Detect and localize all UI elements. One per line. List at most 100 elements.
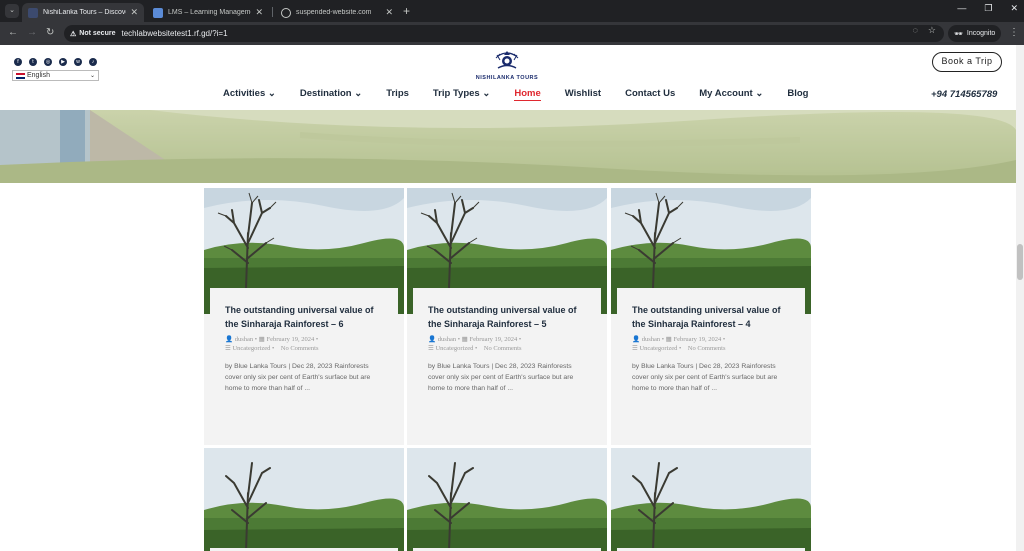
post-comments[interactable]: No Comments xyxy=(281,345,319,352)
blog-post-card[interactable]: The outstanding universal value of the S… xyxy=(204,188,404,445)
tiktok-icon[interactable]: ♪ xyxy=(89,58,97,66)
post-body: The outstanding universal value of the S… xyxy=(210,288,398,438)
tab-search-button[interactable]: ⌄ xyxy=(5,4,19,18)
tab-lms[interactable]: LMS – Learning Management Sy ✕ xyxy=(147,3,269,22)
post-meta: 👤 dushan • ▦ February 19, 2024 • ☰ Uncat… xyxy=(632,336,726,352)
post-thumbnail-image[interactable] xyxy=(204,448,404,551)
nav-home[interactable]: Home xyxy=(514,88,541,101)
nav-trip-types[interactable]: Trip Types ⌄ xyxy=(433,88,490,101)
post-title[interactable]: The outstanding universal value of the S… xyxy=(428,303,586,331)
omnibox-actions: ◌ ☆ xyxy=(913,25,936,36)
post-category[interactable]: Uncategorized xyxy=(639,345,677,352)
main-navigation: Activities ⌄ Destination ⌄ Trips Trip Ty… xyxy=(223,88,832,101)
post-author[interactable]: dushan xyxy=(438,336,456,343)
nav-label: Contact Us xyxy=(625,88,676,99)
post-comments[interactable]: No Comments xyxy=(484,345,522,352)
site-favicon-icon xyxy=(153,7,163,18)
blog-post-card[interactable] xyxy=(407,448,607,551)
hero-banner-image xyxy=(0,110,1016,183)
blog-post-card[interactable] xyxy=(204,448,404,551)
blog-post-card[interactable]: The outstanding universal value of the S… xyxy=(407,188,607,445)
phone-number[interactable]: +94 714565789 xyxy=(931,89,997,100)
post-body: The outstanding universal value of the S… xyxy=(617,288,805,438)
tab-title: NishiLanka Tours – Discover Sri xyxy=(43,9,126,16)
tab-nishilanka[interactable]: NishiLanka Tours – Discover Sri ✕ xyxy=(22,3,144,22)
restore-icon[interactable]: ❐ xyxy=(984,3,992,14)
nav-trips[interactable]: Trips xyxy=(386,88,409,101)
reload-icon[interactable]: ↻ xyxy=(46,27,54,38)
site-logo[interactable]: NISHILANKA TOURS xyxy=(471,48,543,82)
uk-flag-icon xyxy=(16,72,25,79)
close-icon[interactable]: ✕ xyxy=(130,7,138,18)
close-window-icon[interactable]: ✕ xyxy=(1010,3,1018,14)
security-label: Not secure xyxy=(79,30,116,37)
incognito-badge[interactable]: 🕶 Incognito xyxy=(948,25,1002,42)
post-comments[interactable]: No Comments xyxy=(688,345,726,352)
instagram-icon[interactable]: ◎ xyxy=(44,58,52,66)
browser-toolbar: ← → ↻ ⚠ Not secure techlabwebsitetest1.r… xyxy=(0,22,1024,45)
back-icon[interactable]: ← xyxy=(8,27,18,38)
minimize-icon[interactable]: — xyxy=(957,3,966,14)
security-indicator[interactable]: ⚠ Not secure xyxy=(70,30,115,38)
chevron-down-icon: ⌄ xyxy=(89,73,95,79)
whatsapp-icon[interactable]: w xyxy=(74,58,82,66)
tab-title: suspended-website.com xyxy=(296,9,372,16)
nav-my-account[interactable]: My Account ⌄ xyxy=(699,88,763,101)
category-icon: ☰ xyxy=(632,345,638,352)
post-thumbnail-image[interactable] xyxy=(407,448,607,551)
post-author[interactable]: dushan xyxy=(235,336,253,343)
nav-activities[interactable]: Activities ⌄ xyxy=(223,88,276,101)
incognito-label: Incognito xyxy=(966,30,996,37)
youtube-icon[interactable]: ▶ xyxy=(59,58,67,66)
nav-label: Destination xyxy=(299,88,352,99)
bookmark-star-icon[interactable]: ☆ xyxy=(928,25,936,36)
forward-icon[interactable]: → xyxy=(27,27,37,38)
close-icon[interactable]: ✕ xyxy=(255,7,263,18)
window-controls: — ❐ ✕ xyxy=(957,3,1018,14)
logo-text: NISHILANKA TOURS xyxy=(475,75,539,81)
facebook-icon[interactable]: f xyxy=(14,58,22,66)
menu-kebab-icon[interactable]: ⋮ xyxy=(1009,27,1019,38)
author-icon: 👤 xyxy=(225,336,234,343)
scrollbar-thumb[interactable] xyxy=(1017,244,1023,280)
page-scrollbar[interactable] xyxy=(1016,45,1024,551)
post-category[interactable]: Uncategorized xyxy=(232,345,270,352)
address-bar[interactable]: ⚠ Not secure techlabwebsitetest1.rf.gd/?… xyxy=(64,25,944,42)
close-icon[interactable]: ✕ xyxy=(385,7,393,18)
calendar-icon: ▦ xyxy=(258,336,265,343)
tab-suspended[interactable]: suspended-website.com ✕ xyxy=(275,3,399,22)
eye-off-icon[interactable]: ◌ xyxy=(913,25,918,36)
nav-blog[interactable]: Blog xyxy=(787,88,808,101)
website-viewport: f t ◎ ▶ w ♪ English ⌄ NISHILANKA TOURS B… xyxy=(0,45,1024,551)
book-a-trip-button[interactable]: Book a Trip xyxy=(932,52,1002,72)
post-meta: 👤 dushan • ▦ February 19, 2024 • ☰ Uncat… xyxy=(225,336,319,352)
language-select[interactable]: English ⌄ xyxy=(12,70,99,81)
post-author[interactable]: dushan xyxy=(642,336,660,343)
chevron-down-icon: ⌄ xyxy=(482,88,491,99)
post-body: The outstanding universal value of the S… xyxy=(413,288,601,438)
new-tab-button[interactable]: + xyxy=(403,4,410,18)
globe-icon xyxy=(281,7,291,18)
post-thumbnail-image[interactable] xyxy=(611,448,811,551)
post-category[interactable]: Uncategorized xyxy=(435,345,473,352)
nav-wishlist[interactable]: Wishlist xyxy=(565,88,601,101)
blog-post-card[interactable] xyxy=(611,448,811,551)
logo-emblem-icon xyxy=(495,51,519,69)
post-date: February 19, 2024 xyxy=(469,336,518,343)
language-label: English xyxy=(27,72,50,79)
nav-destination[interactable]: Destination ⌄ xyxy=(300,88,362,101)
url-text[interactable]: techlabwebsitetest1.rf.gd/?i=1 xyxy=(121,29,227,38)
calendar-icon: ▦ xyxy=(665,336,672,343)
browser-tab-bar: ⌄ NishiLanka Tours – Discover Sri ✕ LMS … xyxy=(0,0,1024,22)
nav-contact-us[interactable]: Contact Us xyxy=(625,88,675,101)
post-title[interactable]: The outstanding universal value of the S… xyxy=(225,303,383,331)
post-title[interactable]: The outstanding universal value of the S… xyxy=(632,303,790,331)
nav-label: Trips xyxy=(386,88,409,99)
category-icon: ☰ xyxy=(428,345,434,352)
tab-title: LMS – Learning Management Sy xyxy=(168,9,251,16)
blog-post-card[interactable]: The outstanding universal value of the S… xyxy=(611,188,811,445)
twitter-icon[interactable]: t xyxy=(29,58,37,66)
nav-label: Blog xyxy=(787,88,809,99)
chevron-down-icon: ⌄ xyxy=(354,88,363,99)
chevron-down-icon: ⌄ xyxy=(755,88,764,99)
